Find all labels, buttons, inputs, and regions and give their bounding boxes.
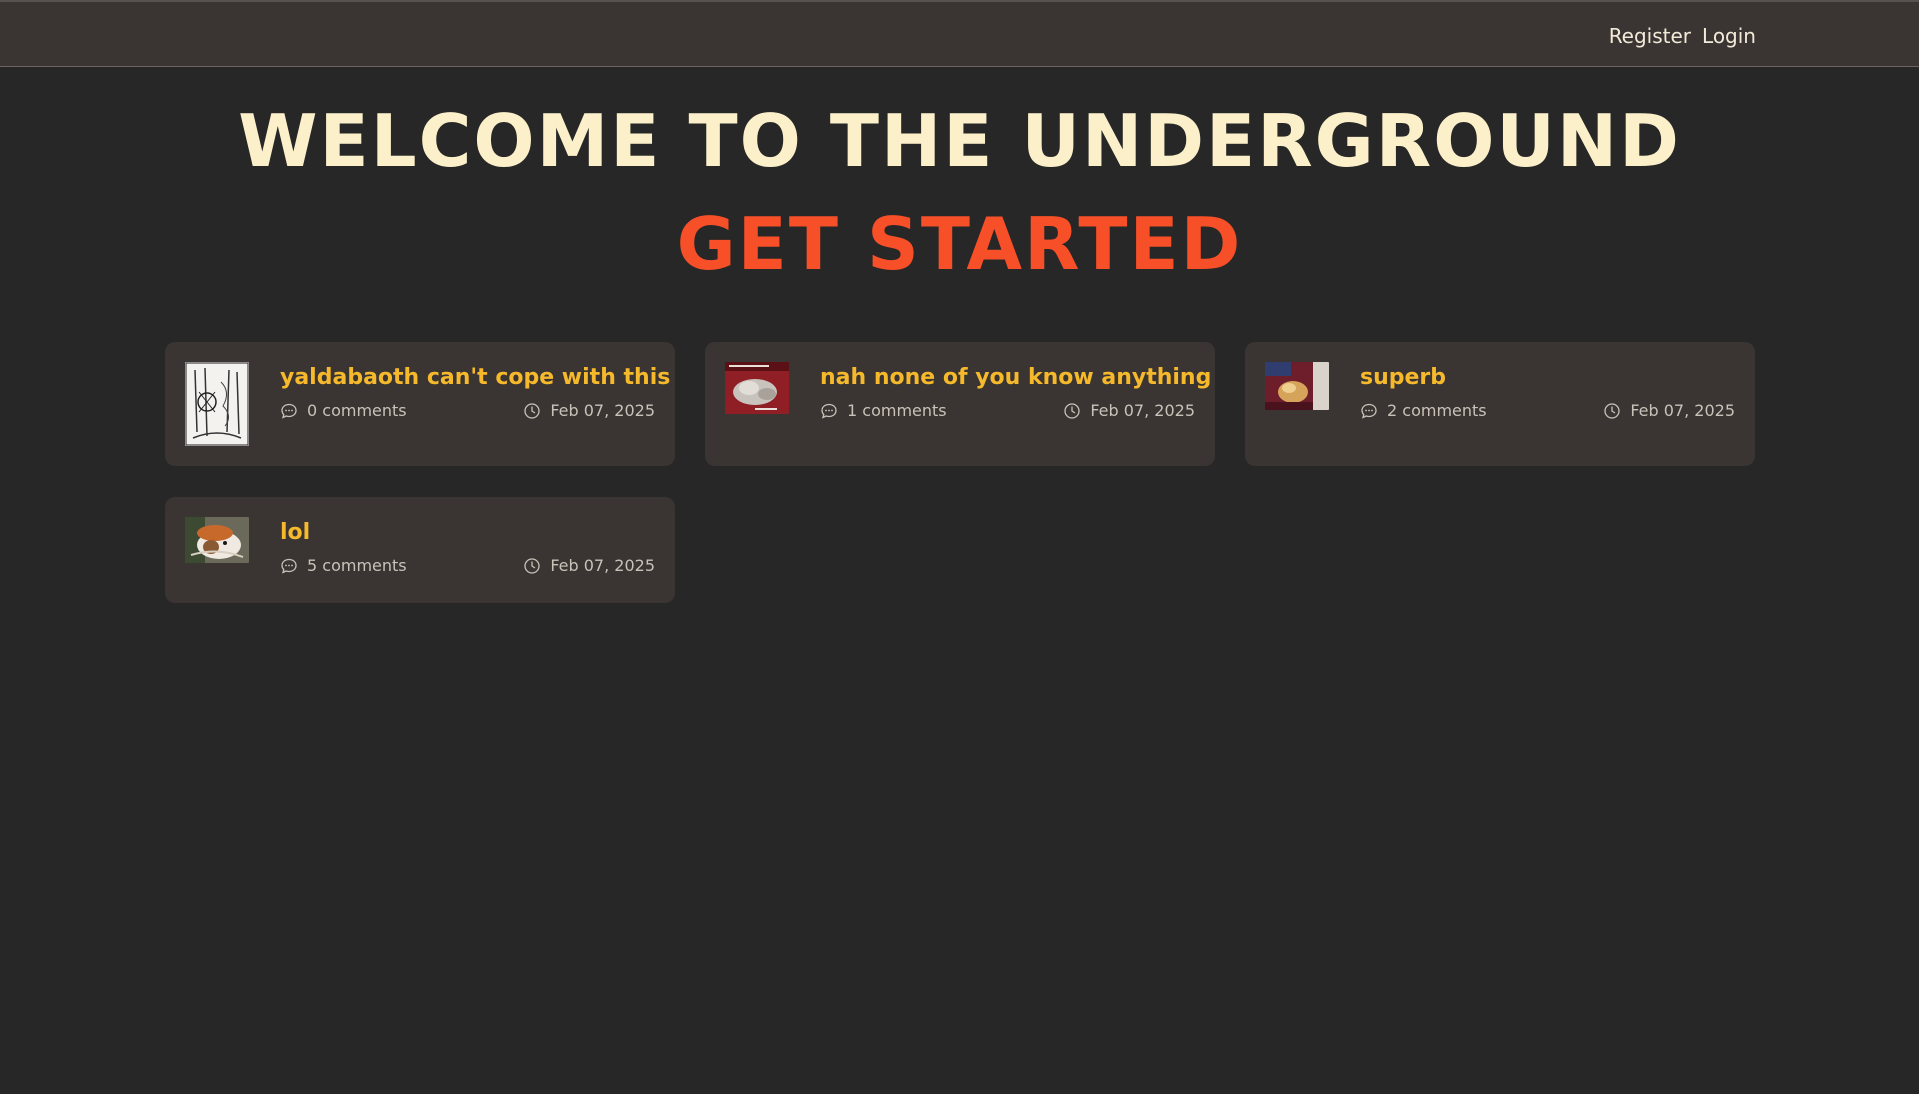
comment-count-label: 2 comments: [1387, 401, 1487, 420]
speech-bubble-icon: [1361, 403, 1377, 419]
comment-count: 0 comments: [280, 401, 407, 420]
speech-bubble-icon: [281, 403, 297, 419]
speech-bubble-icon: [821, 403, 837, 419]
post-thumbnail-image: [185, 362, 249, 446]
post-meta: 1 comments Feb 07, 2025: [820, 401, 1195, 420]
post-thumbnail-image: [1265, 362, 1329, 410]
post-card[interactable]: yaldabaoth can't cope with this 0 commen…: [165, 342, 675, 466]
comment-count: 5 comments: [280, 556, 407, 575]
post-date-label: Feb 07, 2025: [550, 401, 655, 420]
post-date: Feb 07, 2025: [523, 401, 655, 420]
clock-icon: [1064, 402, 1080, 419]
post-date: Feb 07, 2025: [1603, 401, 1735, 420]
post-meta: 5 comments Feb 07, 2025: [280, 556, 655, 575]
auth-nav: Register Login: [1609, 24, 1756, 48]
post-thumbnail[interactable]: [185, 517, 249, 563]
comment-count: 2 comments: [1360, 401, 1487, 420]
post-thumbnail[interactable]: [185, 362, 249, 446]
speech-bubble-icon: [281, 558, 297, 574]
post-date-label: Feb 07, 2025: [1630, 401, 1735, 420]
register-link[interactable]: Register: [1609, 24, 1691, 48]
post-date-label: Feb 07, 2025: [1090, 401, 1195, 420]
clock-icon: [524, 402, 540, 419]
post-card[interactable]: superb 2 comments Feb 07, 2025: [1245, 342, 1755, 466]
post-title[interactable]: nah none of you know anything: [820, 364, 1211, 392]
comment-count-label: 5 comments: [307, 556, 407, 575]
post-thumbnail-image: [725, 362, 789, 414]
post-meta: 2 comments Feb 07, 2025: [1360, 401, 1735, 420]
post-title[interactable]: superb: [1360, 364, 1735, 392]
post-grid: yaldabaoth can't cope with this 0 commen…: [165, 342, 1755, 603]
comment-count: 1 comments: [820, 401, 947, 420]
clock-icon: [1604, 402, 1620, 419]
comment-count-label: 1 comments: [847, 401, 947, 420]
page-title: WELCOME TO THE UNDERGROUND: [238, 99, 1681, 183]
post-date: Feb 07, 2025: [523, 556, 655, 575]
post-thumbnail[interactable]: [725, 362, 789, 414]
post-thumbnail[interactable]: [1265, 362, 1329, 410]
post-date-label: Feb 07, 2025: [550, 556, 655, 575]
post-thumbnail-image: [185, 517, 249, 563]
clock-icon: [524, 557, 540, 574]
get-started-link[interactable]: GET STARTED: [0, 201, 1919, 287]
post-date: Feb 07, 2025: [1063, 401, 1195, 420]
top-navbar: Register Login: [0, 0, 1919, 67]
post-meta: 0 comments Feb 07, 2025: [280, 401, 655, 420]
post-title[interactable]: yaldabaoth can't cope with this: [280, 364, 670, 392]
post-card[interactable]: lol 5 comments Feb 07, 2025: [165, 497, 675, 603]
post-card[interactable]: nah none of you know anything 1 comments…: [705, 342, 1215, 466]
comment-count-label: 0 comments: [307, 401, 407, 420]
post-title[interactable]: lol: [280, 519, 655, 547]
login-link[interactable]: Login: [1702, 24, 1756, 48]
